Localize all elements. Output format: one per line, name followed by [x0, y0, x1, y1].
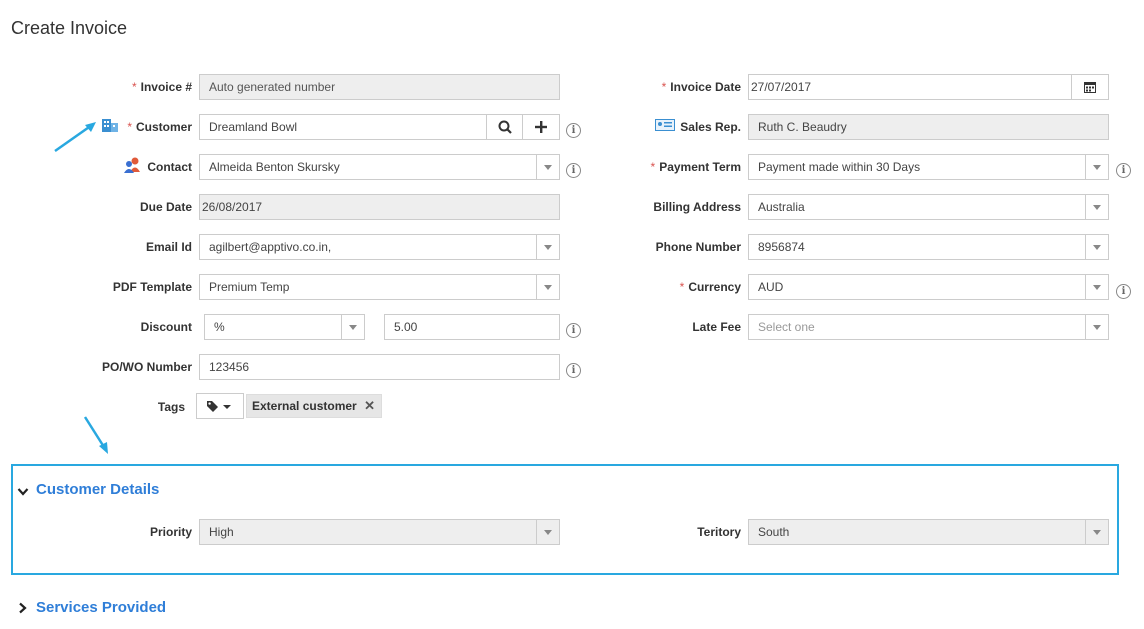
discount-value-input[interactable]: 5.00 [384, 314, 560, 340]
late-fee-label: Late Fee [692, 320, 741, 334]
remove-tag-close-icon[interactable]: ✕ [364, 395, 375, 417]
page-title: Create Invoice [11, 18, 128, 38]
contact-people-icon [124, 157, 140, 173]
customer-details-title[interactable]: Customer Details [36, 481, 159, 498]
sales-rep-label: Sales Rep. [680, 120, 741, 134]
pdf-template-label: PDF Template [112, 280, 192, 294]
chevron-down-icon [536, 520, 559, 544]
phone-select[interactable]: 8956874 [748, 234, 1109, 260]
invoice-date-input[interactable]: 27/07/2017 [748, 74, 1109, 100]
currency-info-icon[interactable]: i [1116, 284, 1131, 299]
annotation-arrow-icon [54, 122, 96, 153]
due-date-label: Due Date [139, 200, 192, 214]
payment-term-select[interactable]: Payment made within 30 Days [748, 154, 1109, 180]
chevron-down-icon [536, 155, 559, 179]
customer-add-button[interactable] [522, 115, 559, 139]
currency-select[interactable]: AUD [748, 274, 1109, 300]
chevron-down-icon [1085, 195, 1108, 219]
chevron-down-icon [536, 275, 559, 299]
tag-icon [207, 401, 231, 412]
currency-label: * Currency [679, 280, 741, 294]
invoice-number-field: Auto generated number [199, 74, 560, 100]
phone-label: Phone Number [655, 240, 741, 254]
customer-info-icon[interactable]: i [566, 123, 581, 138]
priority-select[interactable]: High [199, 519, 560, 545]
chevron-down-icon[interactable] [17, 487, 29, 497]
po-wo-info-icon[interactable]: i [566, 363, 581, 378]
late-fee-select[interactable]: Select one [748, 314, 1109, 340]
search-icon [498, 120, 512, 134]
po-wo-input[interactable]: 123456 [199, 354, 560, 380]
customer-field[interactable]: Dreamland Bowl [199, 114, 560, 140]
discount-type-select[interactable]: % [204, 314, 365, 340]
tag-chip: External customer ✕ [246, 394, 382, 418]
chevron-down-icon [1085, 275, 1108, 299]
chevron-down-icon [1085, 520, 1108, 544]
chevron-down-icon [1085, 235, 1108, 259]
territory-label: Teritory [697, 525, 741, 539]
tag-dropdown-button[interactable] [196, 393, 244, 419]
territory-select[interactable]: South [748, 519, 1109, 545]
contact-select[interactable]: Almeida Benton Skursky [199, 154, 560, 180]
contact-info-icon[interactable]: i [566, 163, 581, 178]
payment-term-info-icon[interactable]: i [1116, 163, 1131, 178]
id-card-icon [655, 119, 675, 131]
services-provided-title[interactable]: Services Provided [36, 599, 166, 616]
invoice-number-label: * Invoice # [131, 80, 192, 94]
discount-info-icon[interactable]: i [566, 323, 581, 338]
chevron-down-icon [1085, 315, 1108, 339]
chevron-right-icon[interactable] [18, 602, 28, 614]
sales-rep-field: Ruth C. Beaudry [748, 114, 1109, 140]
chevron-down-icon [1085, 155, 1108, 179]
invoice-date-label: * Invoice Date [661, 80, 741, 94]
email-label: Email Id [145, 240, 192, 254]
chevron-down-icon [536, 235, 559, 259]
billing-address-label: Billing Address [653, 200, 741, 214]
customer-building-icon [102, 119, 118, 132]
priority-label: Priority [149, 525, 192, 539]
annotation-arrow-icon [83, 416, 108, 454]
chevron-down-icon [341, 315, 364, 339]
calendar-icon [1084, 82, 1096, 93]
billing-address-select[interactable]: Australia [748, 194, 1109, 220]
contact-label: Contact [147, 160, 192, 174]
pdf-template-select[interactable]: Premium Temp [199, 274, 560, 300]
po-wo-label: PO/WO Number [101, 360, 192, 374]
payment-term-label: * Payment Term [650, 160, 741, 174]
plus-icon [535, 121, 547, 133]
tags-label: Tags [157, 400, 185, 414]
customer-label: * Customer [127, 120, 192, 134]
discount-label: Discount [140, 320, 192, 334]
calendar-button[interactable] [1071, 75, 1108, 99]
due-date-field: 26/08/2017 [199, 194, 560, 220]
email-select[interactable]: agilbert@apptivo.co.in, [199, 234, 560, 260]
customer-search-button[interactable] [486, 115, 523, 139]
